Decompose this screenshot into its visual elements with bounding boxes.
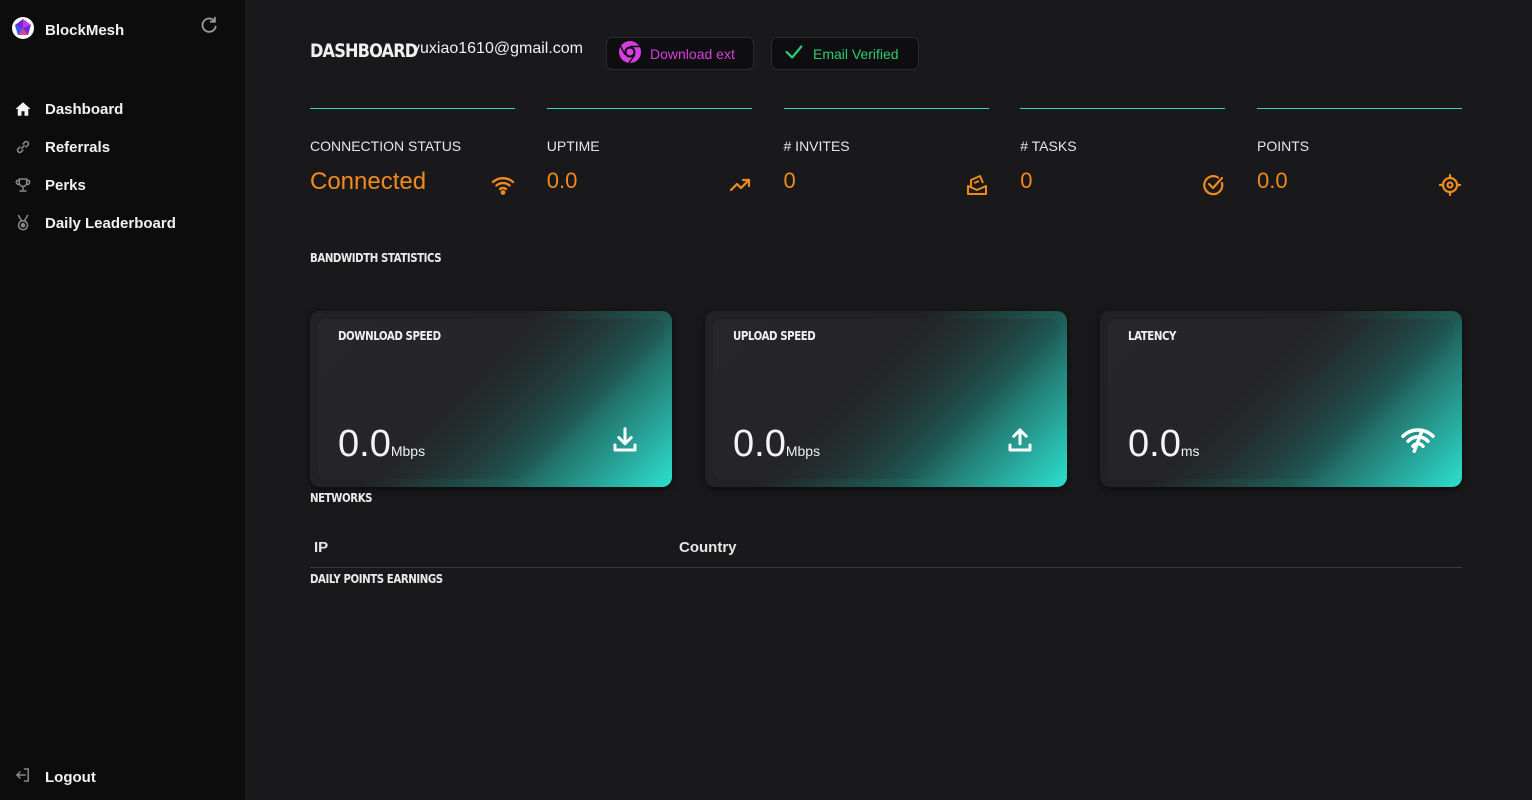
card-title: LATENCY — [1128, 329, 1176, 343]
card-unit: ms — [1180, 443, 1200, 459]
stat-connection-status: CONNECTION STATUS Connected — [310, 108, 515, 196]
sidebar-item-referrals[interactable]: Referrals — [14, 128, 176, 166]
signal-latency-icon — [1400, 425, 1435, 455]
stat-tasks: # TASKS 0 — [1020, 108, 1226, 197]
logout-button[interactable]: Logout — [14, 766, 96, 789]
upload-icon — [1005, 425, 1035, 455]
card-latency: LATENCY 0.0ms — [1100, 311, 1462, 487]
stat-label: # INVITES — [783, 138, 850, 154]
bandwidth-section-title: BANDWIDTH STATISTICS — [310, 251, 442, 265]
stat-value: Connected — [310, 168, 427, 195]
sidebar-item-label: Perks — [45, 176, 86, 194]
stat-label: POINTS — [1257, 138, 1310, 154]
invites-icon — [965, 173, 989, 197]
home-icon — [14, 100, 32, 118]
target-icon — [1438, 173, 1462, 197]
card-download-speed: DOWNLOAD SPEED 0.0Mbps — [310, 311, 672, 487]
download-ext-label: Download ext — [650, 45, 735, 62]
stat-uptime: UPTIME 0.0 — [546, 108, 752, 197]
daily-points-section-title: DAILY POINTS EARNINGS — [310, 572, 443, 586]
card-value: 0.0Mbps — [733, 423, 821, 465]
column-header-country: Country — [679, 539, 737, 556]
stat-invites: # INVITES 0 — [783, 108, 989, 197]
medal-icon — [14, 214, 32, 232]
stat-value: 0.0 — [1257, 168, 1288, 193]
link-icon — [14, 138, 32, 156]
blockmesh-logo-icon — [11, 16, 35, 45]
brand-name: BlockMesh — [45, 22, 125, 39]
trending-up-icon — [728, 173, 752, 197]
chrome-icon — [618, 40, 642, 67]
logout-label: Logout — [45, 769, 96, 786]
sidebar-item-dashboard[interactable]: Dashboard — [14, 90, 176, 128]
email-verified-label: Email Verified — [813, 45, 899, 62]
stats-row: CONNECTION STATUS Connected UPTIME 0.0 #… — [310, 108, 1462, 197]
sidebar-item-label: Referrals — [45, 138, 111, 156]
page-title: DASHBOARD — [310, 40, 418, 62]
sidebar-item-perks[interactable]: Perks — [14, 166, 176, 204]
sidebar-item-daily-leaderboard[interactable]: Daily Leaderboard — [14, 204, 176, 242]
sidebar-item-label: Dashboard — [45, 100, 124, 118]
logout-icon — [14, 766, 32, 789]
wifi-icon — [491, 173, 515, 197]
stat-label: # TASKS — [1020, 138, 1077, 154]
stat-value: 0.0 — [546, 168, 578, 193]
card-unit: Mbps — [390, 443, 426, 459]
sidebar: BlockMesh Dashboard Referrals Perks Dail… — [0, 0, 245, 800]
stat-value: 0 — [783, 168, 796, 193]
card-title: UPLOAD SPEED — [733, 329, 816, 343]
check-icon — [783, 41, 805, 66]
trophy-icon — [14, 176, 32, 194]
stat-points: POINTS 0.0 — [1257, 108, 1462, 197]
check-circle-icon — [1201, 173, 1225, 197]
refresh-icon[interactable] — [199, 15, 219, 35]
networks-table: IP Country — [310, 530, 1462, 568]
download-ext-button[interactable]: Download ext — [606, 37, 754, 70]
main-content: DASHBOARD yuxiao1610@gmail.com Download … — [245, 0, 1532, 800]
stat-label: CONNECTION STATUS — [310, 138, 462, 154]
sidebar-nav: Dashboard Referrals Perks Daily Leaderbo… — [14, 90, 176, 242]
brand[interactable]: BlockMesh — [11, 16, 124, 45]
stat-value: 0 — [1020, 168, 1033, 193]
networks-section-title: NETWORKS — [310, 491, 373, 505]
card-value: 0.0Mbps — [338, 423, 426, 465]
card-upload-speed: UPLOAD SPEED 0.0Mbps — [705, 311, 1067, 487]
email-verified-badge: Email Verified — [771, 37, 919, 70]
column-header-ip: IP — [314, 539, 329, 556]
user-email: yuxiao1610@gmail.com — [412, 40, 583, 57]
card-title: DOWNLOAD SPEED — [338, 329, 441, 343]
download-icon — [610, 425, 640, 455]
stat-label: UPTIME — [546, 138, 600, 154]
card-unit: Mbps — [785, 443, 821, 459]
sidebar-item-label: Daily Leaderboard — [45, 214, 176, 232]
bandwidth-cards: DOWNLOAD SPEED 0.0Mbps UPLOAD SPEED 0.0M… — [310, 311, 1462, 487]
card-value: 0.0ms — [1128, 423, 1200, 465]
